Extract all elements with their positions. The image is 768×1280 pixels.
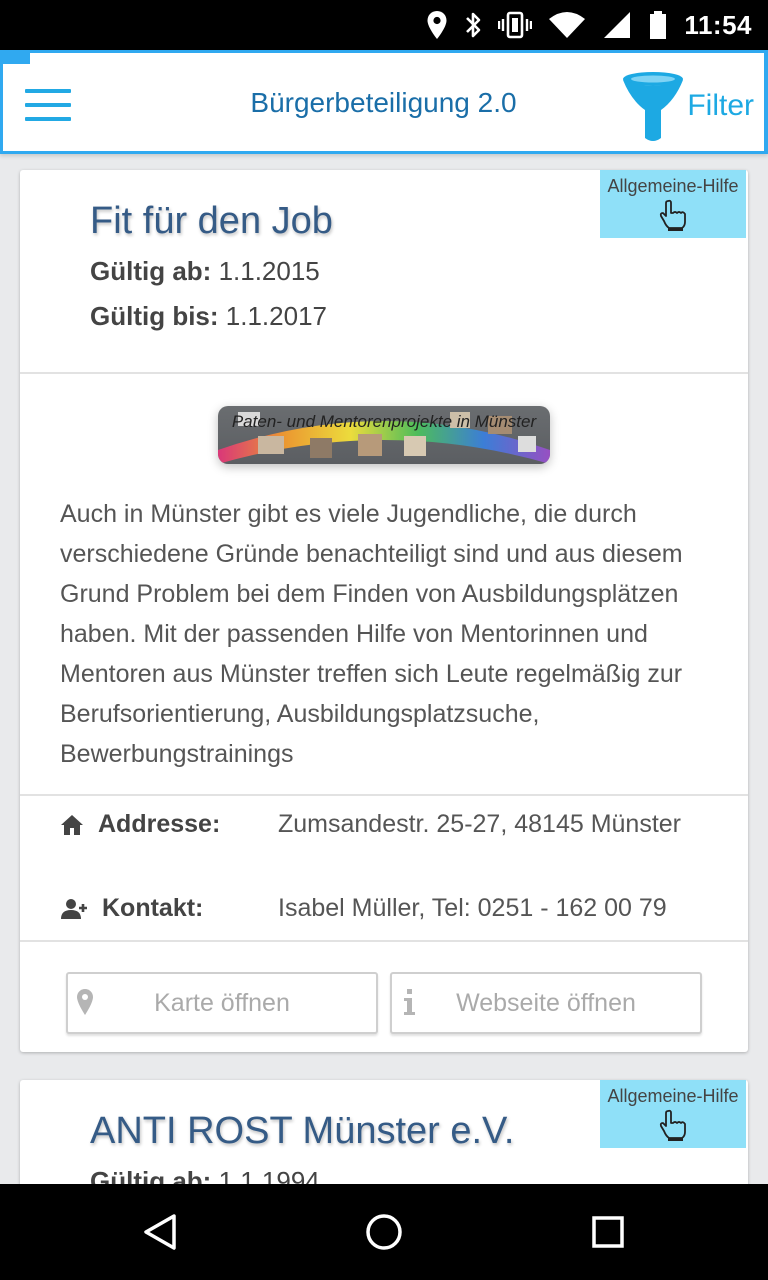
validity-dates: Gültig ab: 1.1.1994 bbox=[90, 1166, 320, 1184]
address-value: Zumsandestr. 25-27, 48145 Münster bbox=[278, 810, 682, 838]
navigation-bar bbox=[0, 1184, 768, 1280]
open-map-button[interactable]: Karte öffnen bbox=[66, 972, 378, 1034]
vibrate-icon bbox=[498, 11, 533, 39]
valid-to-row: Gültig bis: 1.1.2017 bbox=[90, 301, 327, 346]
bluetooth-icon bbox=[466, 12, 481, 38]
filter-button[interactable]: Filter bbox=[621, 67, 754, 145]
contact-row: Kontakt: Isabel Müller, Tel: 0251 - 162 … bbox=[60, 894, 720, 934]
open-website-label: Webseite öffnen bbox=[456, 989, 636, 1017]
project-banner-image: Paten- und Mentorenprojekte in Münster bbox=[218, 406, 550, 464]
add-person-icon bbox=[61, 899, 87, 919]
pointing-hand-icon bbox=[659, 1109, 686, 1141]
divider bbox=[20, 794, 748, 796]
help-label: Allgemeine-Hilfe bbox=[607, 1086, 739, 1106]
status-bar: 11:54 bbox=[0, 0, 768, 50]
funnel-icon bbox=[623, 72, 684, 141]
contact-value: Isabel Müller, Tel: 0251 - 162 00 79 bbox=[278, 894, 667, 922]
valid-to-value: 1.1.2017 bbox=[225, 301, 327, 331]
valid-from-row: Gültig ab: 1.1.1994 bbox=[90, 1166, 320, 1184]
status-icons: 11:54 bbox=[426, 0, 752, 50]
help-label: Allgemeine-Hilfe bbox=[607, 176, 739, 196]
card-title: Fit für den Job bbox=[90, 200, 333, 242]
divider bbox=[20, 940, 748, 942]
battery-icon bbox=[650, 11, 667, 39]
valid-to-label: Gültig bis: bbox=[90, 301, 219, 331]
filter-label: Filter bbox=[687, 89, 754, 122]
card-description: Auch in Münster gibt es viele Jugendlich… bbox=[60, 500, 683, 768]
offer-card: Allgemeine-Hilfe ANTI ROST Münster e.V. … bbox=[20, 1080, 748, 1184]
home-icon bbox=[61, 815, 83, 835]
wifi-icon bbox=[549, 12, 586, 38]
open-map-label: Karte öffnen bbox=[154, 989, 290, 1017]
valid-from-row: Gültig ab: 1.1.2015 bbox=[90, 256, 327, 301]
clock: 11:54 bbox=[684, 9, 752, 40]
content-list[interactable]: Allgemeine-Hilfe Fit für den Job Gültig … bbox=[0, 154, 768, 1184]
recents-icon[interactable] bbox=[590, 1212, 626, 1252]
header-accent bbox=[0, 50, 30, 64]
divider bbox=[20, 372, 748, 374]
valid-from-label: Gültig ab: bbox=[90, 256, 212, 286]
pointing-hand-icon bbox=[659, 199, 686, 231]
help-button[interactable]: Allgemeine-Hilfe bbox=[600, 1080, 746, 1148]
help-button[interactable]: Allgemeine-Hilfe bbox=[600, 170, 746, 238]
open-website-button[interactable]: Webseite öffnen bbox=[390, 972, 702, 1034]
validity-dates: Gültig ab: 1.1.2015 Gültig bis: 1.1.2017 bbox=[90, 256, 327, 346]
signal-icon bbox=[604, 12, 631, 38]
valid-from-value: 1.1.2015 bbox=[218, 256, 320, 286]
back-icon[interactable] bbox=[140, 1212, 180, 1252]
address-row: Addresse: Zumsandestr. 25-27, 48145 Müns… bbox=[60, 810, 720, 894]
offer-card: Allgemeine-Hilfe Fit für den Job Gültig … bbox=[20, 170, 748, 1052]
valid-from-value: 1.1.1994 bbox=[218, 1166, 320, 1184]
contact-label: Kontakt: bbox=[102, 894, 204, 922]
card-title: ANTI ROST Münster e.V. bbox=[90, 1110, 515, 1152]
banner-caption: Paten- und Mentorenprojekte in Münster bbox=[231, 412, 537, 431]
app-header: Bürgerbeteiligung 2.0 Filter bbox=[0, 50, 768, 154]
valid-from-label: Gültig ab: bbox=[90, 1166, 212, 1184]
home-button-icon[interactable] bbox=[364, 1212, 404, 1252]
location-icon bbox=[427, 11, 447, 39]
address-label: Addresse: bbox=[98, 810, 221, 838]
